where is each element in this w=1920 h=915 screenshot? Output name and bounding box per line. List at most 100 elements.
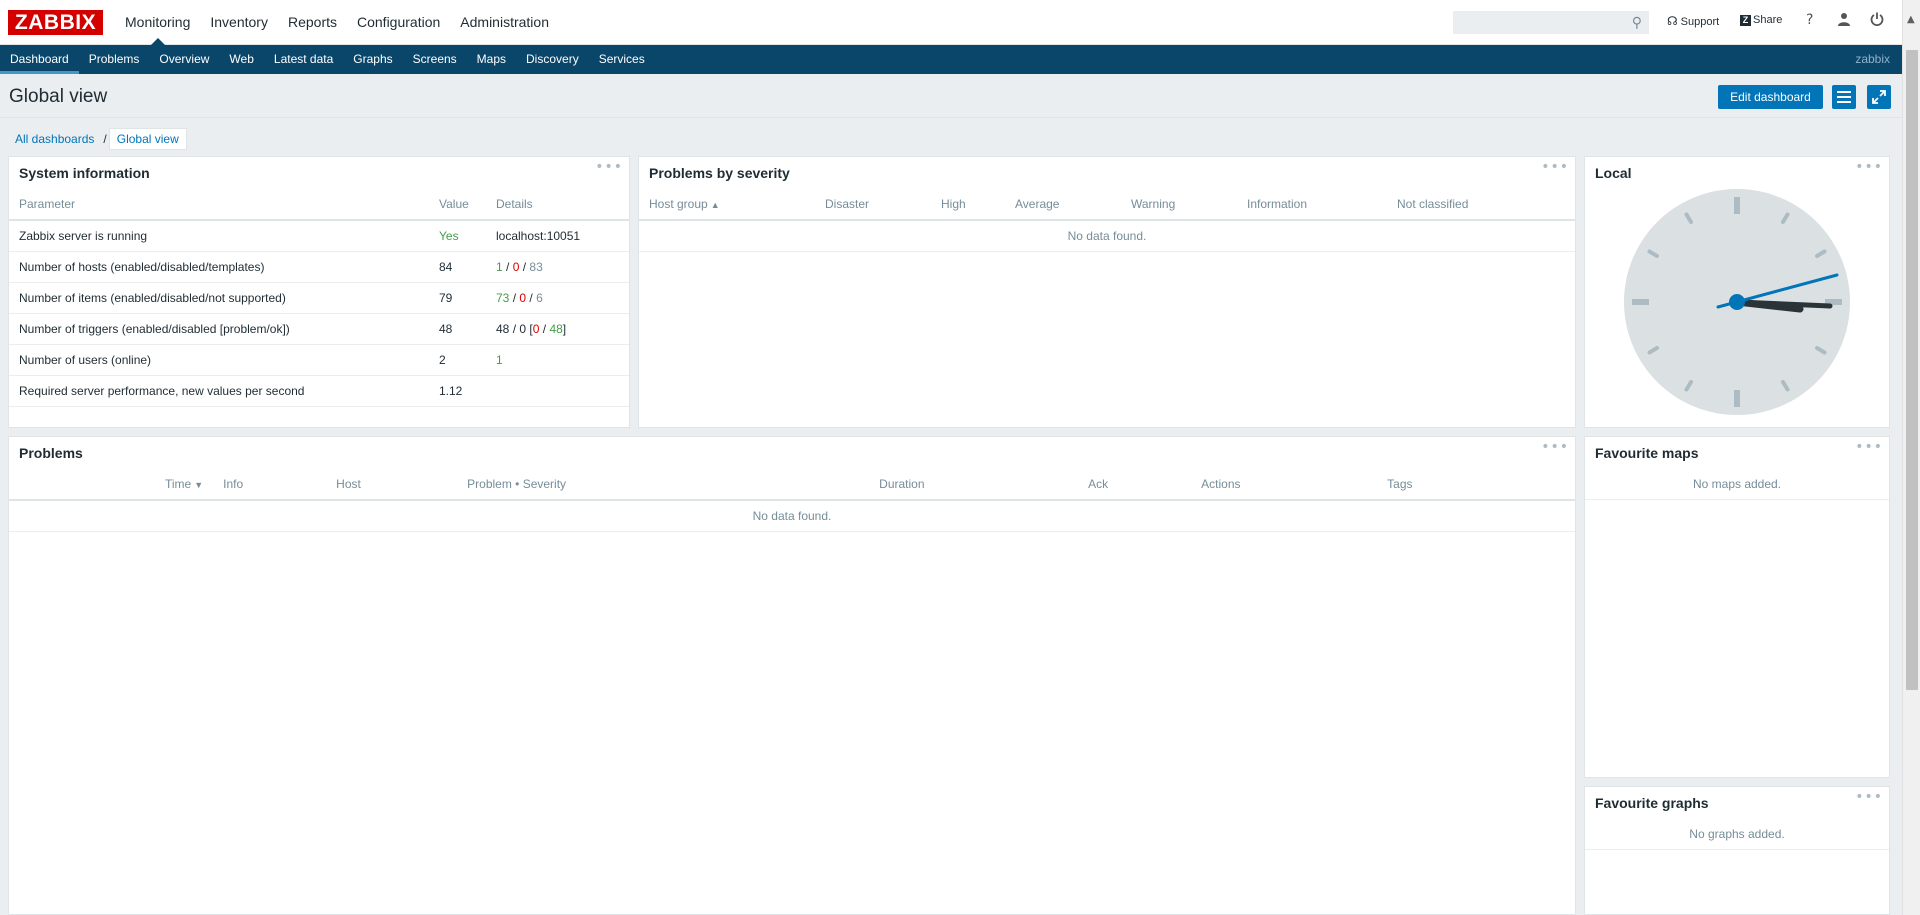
widget-local-clock: Local ••• (1584, 156, 1890, 428)
value-cell: Yes (429, 220, 486, 252)
main-nav-administration[interactable]: Administration (450, 0, 559, 45)
breadcrumb-current[interactable]: Global view (108, 128, 187, 150)
main-nav-monitoring[interactable]: Monitoring (115, 0, 200, 45)
severity-table: Host group ▲ Disaster High Average Warnin… (639, 189, 1575, 252)
sub-nav: Dashboard Problems Overview Web Latest d… (0, 45, 1902, 74)
details-cell (486, 375, 629, 407)
column-header: Actions (1191, 469, 1378, 501)
value-cell: 2 (429, 344, 486, 376)
table-row: Number of users (online) 2 1 (9, 344, 629, 376)
edit-dashboard-button[interactable]: Edit dashboard (1718, 85, 1823, 109)
widget-system-information: System information ••• Parameter Value D… (8, 156, 630, 428)
scrollbar-thumb[interactable] (1906, 50, 1918, 690)
fullscreen-button[interactable] (1867, 85, 1891, 109)
column-header: Not classified (1387, 189, 1575, 221)
widget-menu-icon[interactable]: ••• (1541, 439, 1569, 455)
widget-menu-icon[interactable]: ••• (1541, 159, 1569, 175)
widget-problems-by-severity: Problems by severity ••• Host group ▲ Dis… (638, 156, 1576, 428)
clock-face (1624, 189, 1850, 415)
headset-icon: ☊ (1667, 14, 1678, 28)
sign-out-icon[interactable] (1870, 12, 1884, 30)
support-link[interactable]: ☊ Support (1667, 14, 1719, 28)
share-icon: Z (1740, 15, 1751, 26)
value-cell: 1.12 (429, 375, 486, 407)
table-row: Number of triggers (enabled/disabled [pr… (9, 313, 629, 345)
sub-nav-graphs[interactable]: Graphs (343, 45, 402, 74)
column-header: Duration (869, 469, 1079, 501)
details-cell: localhost:10051 (486, 220, 629, 252)
column-header-time[interactable]: Time ▼ (9, 469, 214, 501)
widget-menu-icon[interactable]: ••• (1855, 439, 1883, 455)
parameter-cell: Number of items (enabled/disabled/not su… (9, 282, 429, 314)
no-data-message: No data found. (639, 220, 1575, 252)
parameter-cell: Number of triggers (enabled/disabled [pr… (9, 313, 429, 345)
breadcrumb-all-dashboards[interactable]: All dashboards (8, 129, 101, 149)
value-cell: 79 (429, 282, 486, 314)
dashboard-actions-menu-button[interactable] (1832, 85, 1856, 109)
column-header: High (931, 189, 1005, 221)
help-icon[interactable]: ? (1806, 12, 1813, 28)
value-cell: 84 (429, 251, 486, 283)
column-header: Info (213, 469, 327, 501)
table-row: Number of items (enabled/disabled/not su… (9, 282, 629, 314)
widget-problems: Problems ••• Time ▼ Info Host Problem • S… (8, 436, 1576, 915)
table-row: Required server performance, new values … (9, 375, 629, 407)
scroll-up-arrow-icon[interactable]: ▲ (1907, 14, 1915, 25)
main-nav-reports[interactable]: Reports (278, 0, 347, 45)
sub-nav-latest-data[interactable]: Latest data (264, 45, 343, 74)
table-row: No data found. (639, 220, 1575, 252)
templates-count: 83 (529, 259, 543, 274)
parameter-cell: Number of users (online) (9, 344, 429, 376)
sub-nav-services[interactable]: Services (589, 45, 655, 74)
column-header: Disaster (815, 189, 931, 221)
ok-count: 48 (549, 321, 563, 336)
column-header: Average (1005, 189, 1121, 221)
fullscreen-icon (1872, 90, 1886, 104)
widget-menu-icon[interactable]: ••• (1855, 159, 1883, 175)
column-header: Details (486, 189, 629, 221)
main-nav-configuration[interactable]: Configuration (347, 0, 450, 45)
search-icon[interactable]: ⚲ (1632, 15, 1642, 31)
disabled-count: 0 (512, 259, 520, 274)
parameter-cell: Required server performance, new values … (9, 375, 429, 407)
zabbix-logo[interactable]: ZABBIX (8, 10, 103, 35)
widget-menu-icon[interactable]: ••• (595, 159, 623, 175)
main-nav: Monitoring Inventory Reports Configurati… (115, 0, 559, 45)
table-row: Number of hosts (enabled/disabled/templa… (9, 251, 629, 283)
clock-center (1729, 294, 1745, 310)
page-title: Global view (9, 86, 108, 107)
sub-nav-web[interactable]: Web (219, 45, 263, 74)
vertical-scrollbar[interactable]: ▲ (1902, 0, 1920, 915)
column-header: Tags (1377, 469, 1575, 501)
details-cell: 1 / 0 / 83 (486, 251, 629, 283)
enabled-count: 73 (496, 290, 510, 305)
sub-nav-maps[interactable]: Maps (467, 45, 516, 74)
widget-title: Favourite graphs (1595, 795, 1709, 811)
search-input[interactable]: ⚲ (1453, 11, 1649, 34)
widget-favourite-graphs: Favourite graphs ••• No graphs added. (1584, 786, 1890, 915)
parameter-cell: Number of hosts (enabled/disabled/templa… (9, 251, 429, 283)
widget-title: Problems (19, 445, 83, 461)
main-nav-inventory[interactable]: Inventory (200, 0, 278, 45)
column-header: Host (326, 469, 458, 501)
no-data-message: No data found. (9, 500, 1575, 532)
column-header-host-group[interactable]: Host group ▲ (639, 189, 815, 221)
share-link[interactable]: Z Share (1740, 14, 1782, 26)
sub-nav-overview[interactable]: Overview (149, 45, 219, 74)
details-cell: 48 / 0 [0 / 48] (486, 313, 629, 345)
sub-nav-dashboard[interactable]: Dashboard (0, 45, 79, 74)
widget-menu-icon[interactable]: ••• (1855, 789, 1883, 805)
sub-nav-screens[interactable]: Screens (403, 45, 467, 74)
sub-nav-discovery[interactable]: Discovery (516, 45, 589, 74)
sub-nav-problems[interactable]: Problems (79, 45, 150, 74)
column-header: Parameter (9, 189, 429, 221)
header-divider (0, 117, 1902, 118)
problem-count: 0 (532, 321, 540, 336)
support-label: Support (1680, 16, 1720, 28)
breadcrumb-separator: / (103, 132, 107, 146)
not-supported-count: 6 (536, 290, 543, 305)
system-info-table: Parameter Value Details Zabbix server is… (9, 189, 629, 407)
column-header: Ack (1078, 469, 1192, 501)
user-profile-icon[interactable] (1837, 12, 1851, 30)
widget-title: Problems by severity (649, 165, 790, 181)
